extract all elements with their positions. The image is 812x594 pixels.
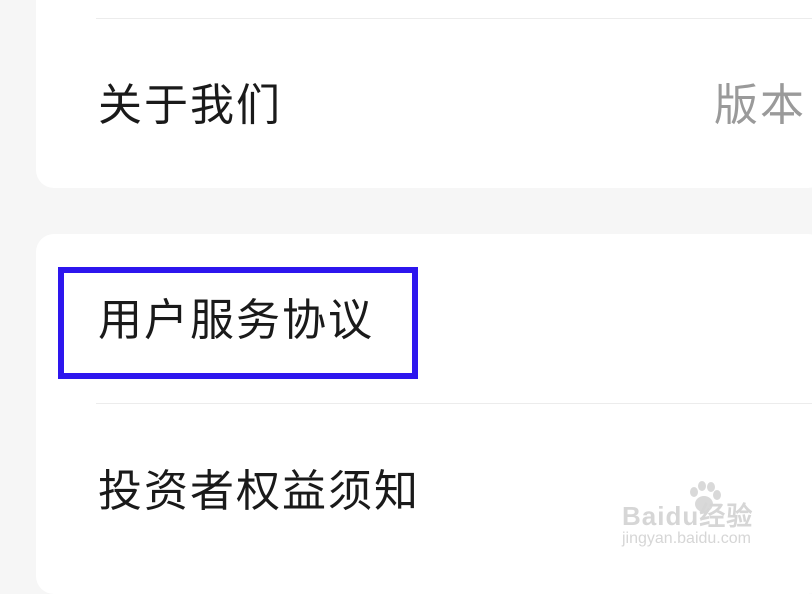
divider-top — [96, 18, 812, 19]
highlight-annotation-box — [58, 267, 418, 379]
baidu-jingyan-watermark: Baidu经验 jingyan.baidu.com — [622, 478, 802, 550]
watermark-url: jingyan.baidu.com — [622, 530, 751, 547]
watermark-logo-text: Baidu经验 — [622, 501, 754, 531]
investor-rights-label: 投资者权益须知 — [98, 466, 420, 517]
about-us-label: 关于我们 — [98, 80, 282, 131]
divider-middle — [96, 403, 812, 404]
version-value: 版本 — [714, 80, 806, 131]
